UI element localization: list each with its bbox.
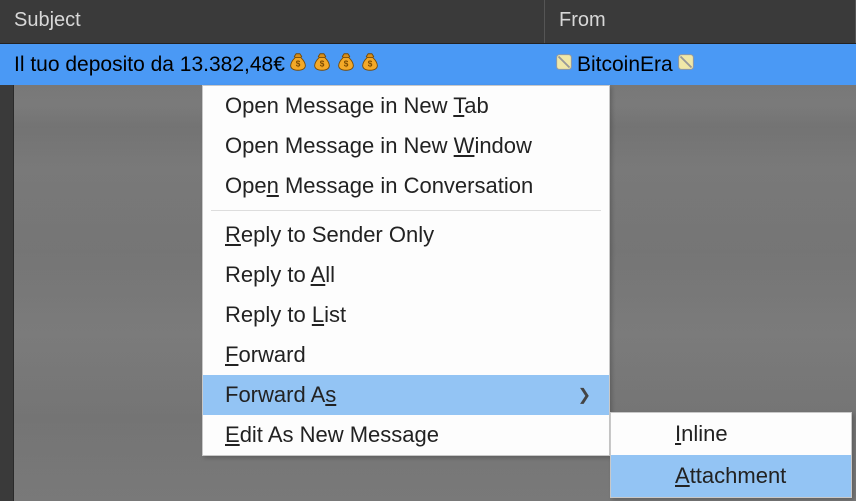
money-bag-icon: $ (359, 51, 381, 79)
submenu-attachment[interactable]: Attachment (611, 455, 851, 497)
submenu-inline[interactable]: Inline (611, 413, 851, 455)
scrollbar-vertical[interactable] (0, 85, 14, 501)
menu-separator (211, 210, 601, 211)
money-bag-icon: $ (287, 51, 309, 79)
menu-forward-as[interactable]: Forward As ❯ (203, 375, 609, 415)
menu-reply-sender[interactable]: Reply to Sender Only (203, 215, 609, 255)
junk-icon (553, 51, 575, 79)
money-bag-icon: $ (311, 51, 333, 79)
column-header-from[interactable]: From (545, 0, 856, 43)
money-bag-icon: $ (335, 51, 357, 79)
submenu-forward-as: Inline Attachment (610, 412, 852, 498)
message-row-selected[interactable]: Il tuo deposito da 13.382,48€ $ $ $ $ Bi… (0, 44, 856, 85)
svg-text:$: $ (344, 59, 349, 68)
menu-open-conversation[interactable]: Open Message in Conversation (203, 166, 609, 206)
menu-reply-all[interactable]: Reply to All (203, 255, 609, 295)
message-subject-text: Il tuo deposito da 13.382,48€ (14, 53, 285, 77)
menu-edit-as-new[interactable]: Edit As New Message (203, 415, 609, 455)
menu-reply-list[interactable]: Reply to List (203, 295, 609, 335)
message-from-text: BitcoinEra (577, 53, 673, 77)
svg-text:$: $ (296, 59, 301, 68)
message-from-cell: BitcoinEra (545, 51, 856, 79)
context-menu: Open Message in New Tab Open Message in … (202, 85, 610, 456)
svg-text:$: $ (320, 59, 325, 68)
chevron-right-icon: ❯ (578, 385, 591, 405)
junk-icon (675, 51, 697, 79)
svg-text:$: $ (368, 59, 373, 68)
menu-forward[interactable]: Forward (203, 335, 609, 375)
column-header-subject[interactable]: Subject (0, 0, 545, 43)
message-subject-cell: Il tuo deposito da 13.382,48€ $ $ $ $ (0, 51, 545, 79)
menu-open-new-tab[interactable]: Open Message in New Tab (203, 86, 609, 126)
column-header-bar: Subject From (0, 0, 856, 44)
menu-open-new-window[interactable]: Open Message in New Window (203, 126, 609, 166)
